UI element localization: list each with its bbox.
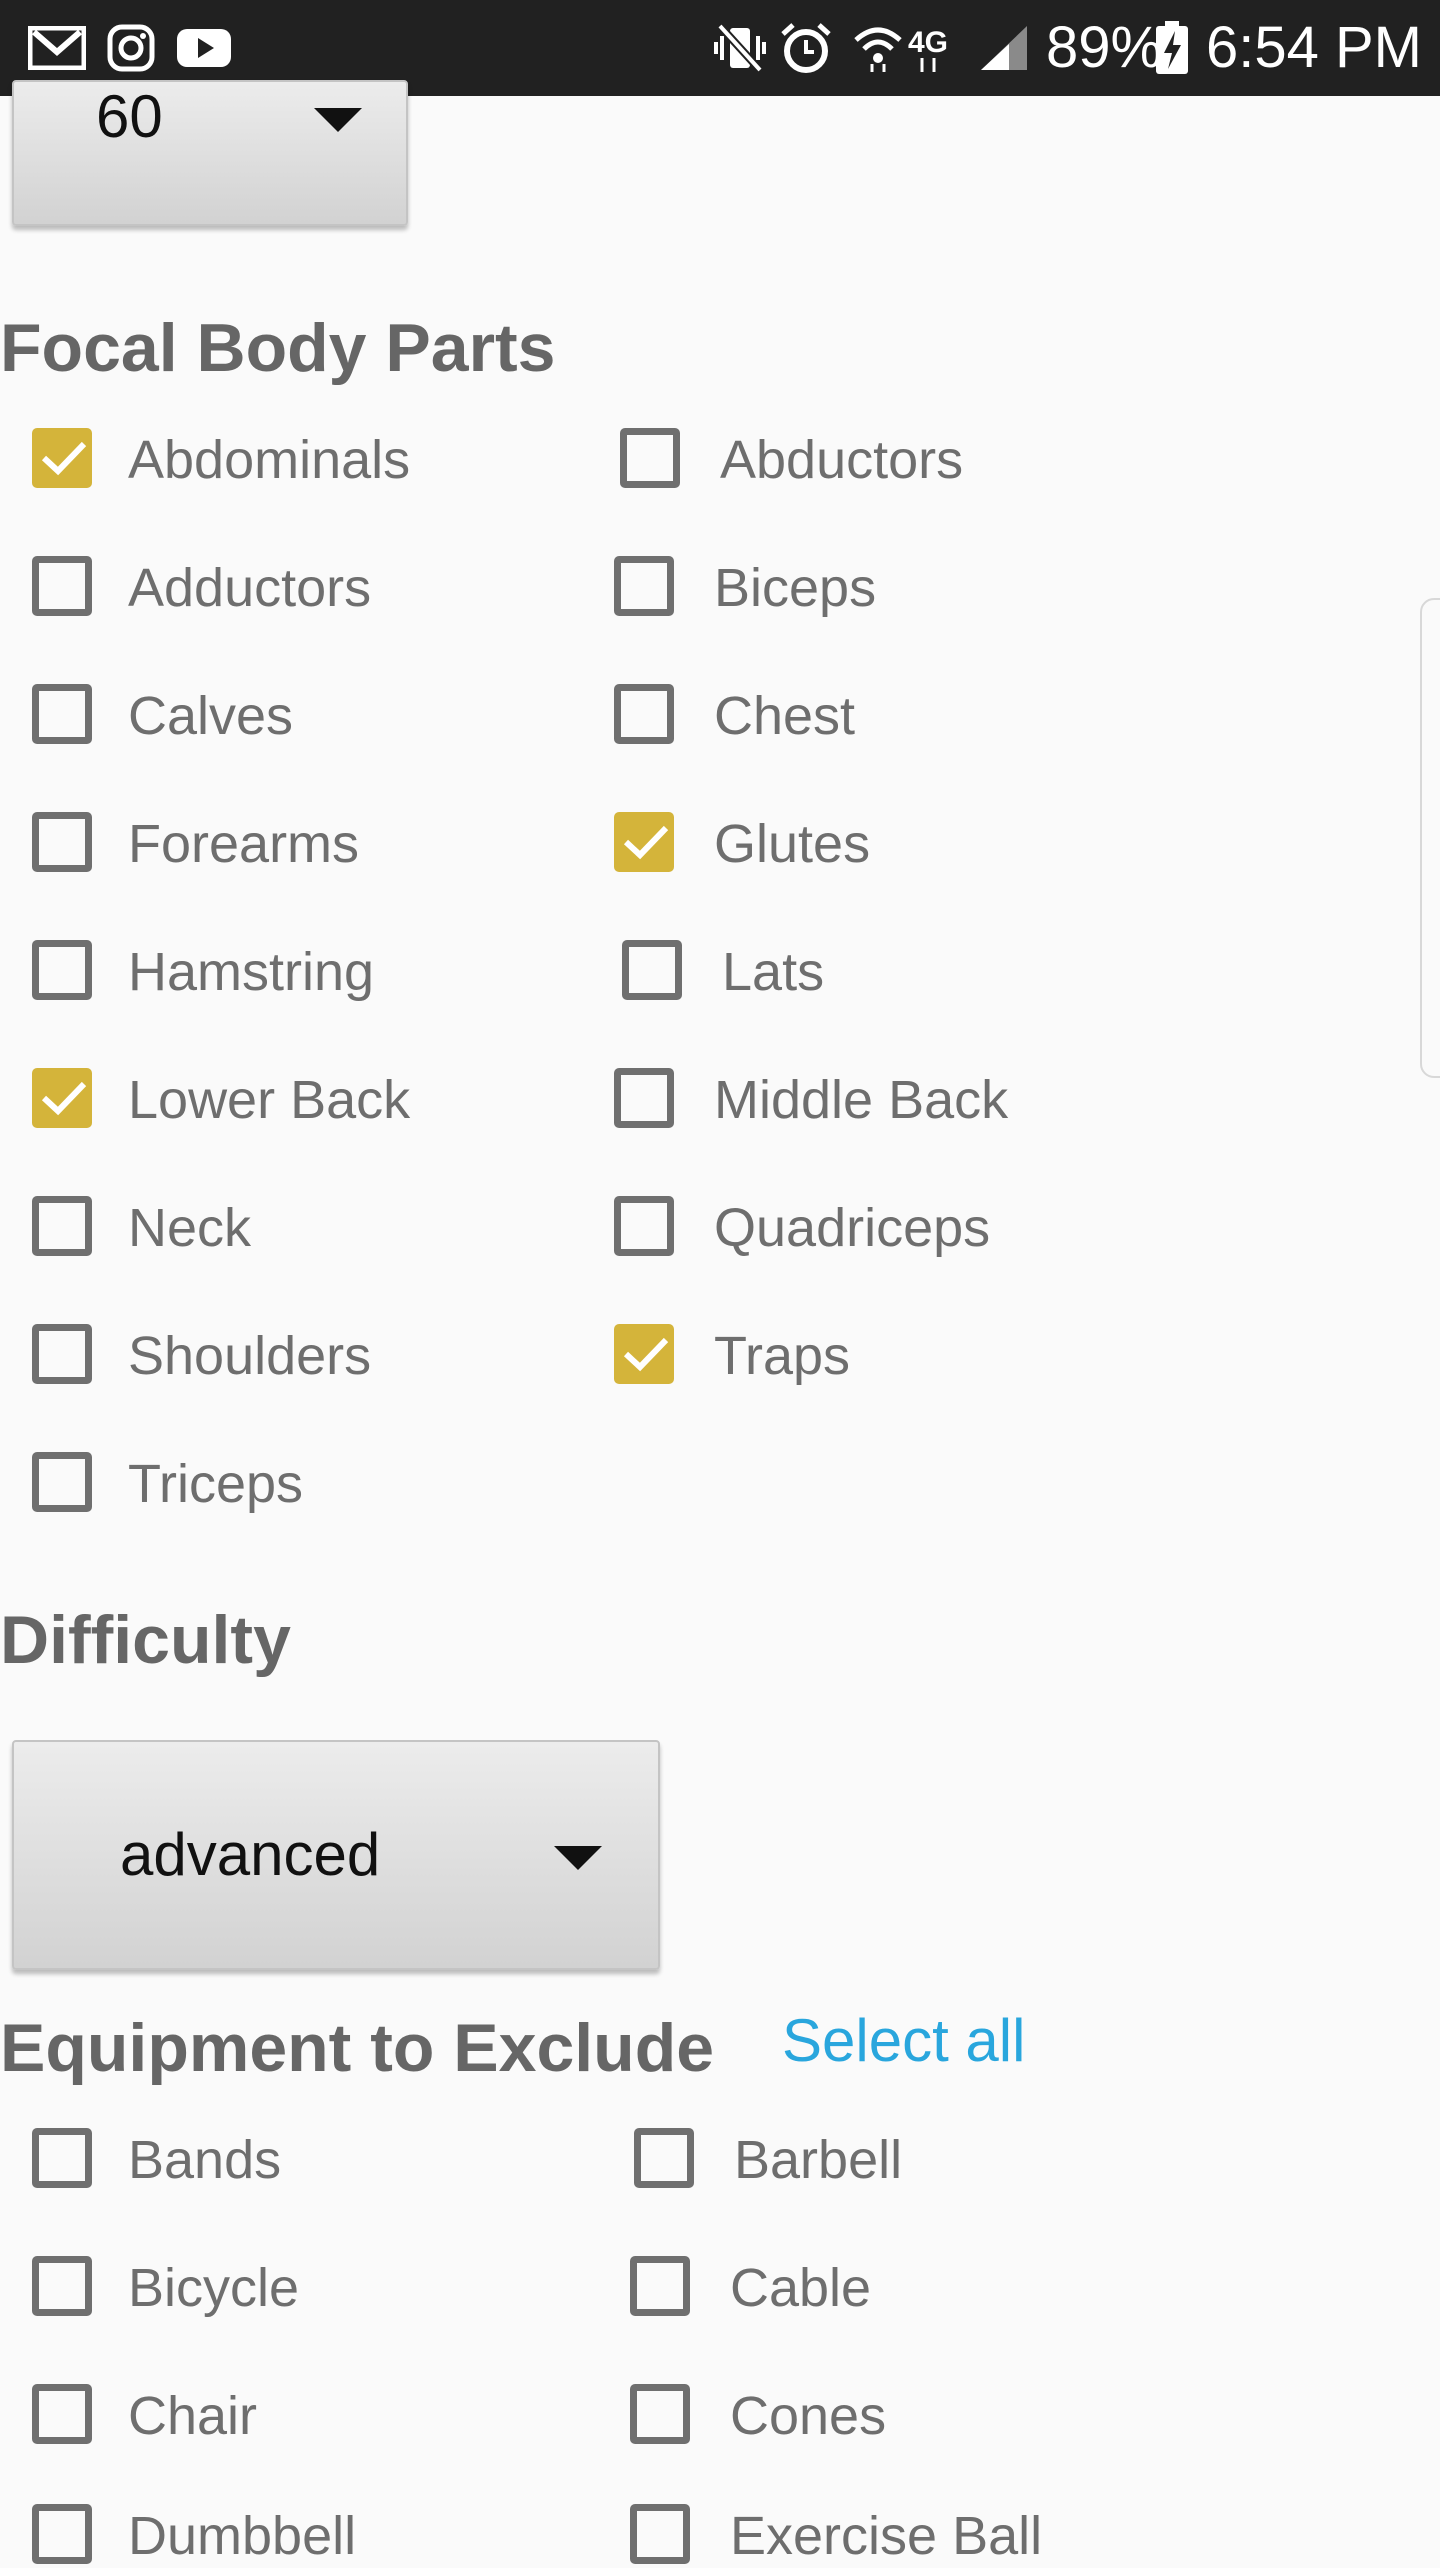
dumbbell-label: Dumbbell	[128, 2506, 357, 2566]
time-spinner-value: 60	[96, 83, 163, 150]
battery-charging-icon	[1154, 21, 1190, 74]
alarm-icon	[778, 22, 834, 74]
chair-label: Chair	[128, 2386, 258, 2446]
adductors-checkbox[interactable]	[32, 556, 92, 616]
svg-text:4G: 4G	[908, 26, 948, 59]
lats-checkbox[interactable]	[622, 940, 682, 1000]
dumbbell-checkbox[interactable]	[32, 2504, 92, 2564]
chest-label: Chest	[714, 686, 856, 746]
traps-label: Traps	[714, 1326, 851, 1386]
difficulty-spinner-value: advanced	[120, 1821, 381, 1888]
chair-checkbox[interactable]	[32, 2384, 92, 2444]
youtube-icon	[176, 22, 232, 74]
equipment-heading: Equipment to Exclude	[0, 2010, 715, 2086]
cones-checkbox[interactable]	[630, 2384, 690, 2444]
select-all-link[interactable]: Select all	[782, 2006, 1025, 2076]
quadriceps-label: Quadriceps	[714, 1198, 991, 1258]
triceps-label: Triceps	[128, 1454, 304, 1514]
forearms-checkbox[interactable]	[32, 812, 92, 872]
lower-back-label: Lower Back	[128, 1070, 411, 1130]
middle-back-checkbox[interactable]	[614, 1068, 674, 1128]
chevron-down-icon	[314, 108, 362, 132]
calves-label: Calves	[128, 686, 294, 746]
exercise-ball-label: Exercise Ball	[730, 2506, 1043, 2566]
chevron-down-icon	[554, 1846, 602, 1870]
gmail-icon	[28, 22, 86, 74]
vibrate-mute-icon	[712, 22, 768, 74]
bicycle-label: Bicycle	[128, 2258, 300, 2318]
focal-body-parts-heading: Focal Body Parts	[0, 310, 556, 386]
abductors-label: Abductors	[720, 430, 964, 490]
chest-checkbox[interactable]	[614, 684, 674, 744]
glutes-label: Glutes	[714, 814, 871, 874]
lower-back-checkbox[interactable]	[32, 1068, 92, 1128]
bands-checkbox[interactable]	[32, 2128, 92, 2188]
traps-checkbox[interactable]	[614, 1324, 674, 1384]
cable-label: Cable	[730, 2258, 872, 2318]
bands-label: Bands	[128, 2130, 282, 2190]
shoulders-label: Shoulders	[128, 1326, 372, 1386]
adductors-label: Adductors	[128, 558, 372, 618]
hamstring-label: Hamstring	[128, 942, 375, 1002]
quadriceps-checkbox[interactable]	[614, 1196, 674, 1256]
neck-label: Neck	[128, 1198, 252, 1258]
barbell-checkbox[interactable]	[634, 2128, 694, 2188]
forearms-label: Forearms	[128, 814, 360, 874]
calves-checkbox[interactable]	[32, 684, 92, 744]
time-spinner[interactable]: 60	[12, 80, 408, 226]
barbell-label: Barbell	[734, 2130, 903, 2190]
glutes-checkbox[interactable]	[614, 812, 674, 872]
abdominals-checkbox[interactable]	[32, 428, 92, 488]
edge-panel-handle[interactable]	[1420, 598, 1440, 1078]
cones-label: Cones	[730, 2386, 887, 2446]
cable-checkbox[interactable]	[630, 2256, 690, 2316]
middle-back-label: Middle Back	[714, 1070, 1009, 1130]
signal-icon	[978, 22, 1030, 74]
shoulders-checkbox[interactable]	[32, 1324, 92, 1384]
abdominals-label: Abdominals	[128, 430, 411, 490]
neck-checkbox[interactable]	[32, 1196, 92, 1256]
difficulty-spinner[interactable]: advanced	[12, 1740, 660, 1970]
abductors-checkbox[interactable]	[620, 428, 680, 488]
difficulty-heading: Difficulty	[0, 1602, 291, 1678]
triceps-checkbox[interactable]	[32, 1452, 92, 1512]
exercise-ball-checkbox[interactable]	[630, 2504, 690, 2564]
bicycle-checkbox[interactable]	[32, 2256, 92, 2316]
battery-percent: 89%	[1046, 15, 1163, 80]
lats-label: Lats	[722, 942, 825, 1002]
hamstring-checkbox[interactable]	[32, 940, 92, 1000]
lte-icon: 4G	[906, 22, 970, 74]
instagram-icon	[106, 22, 156, 74]
wifi-icon	[852, 22, 904, 74]
clock: 6:54 PM	[1206, 15, 1422, 80]
biceps-checkbox[interactable]	[614, 556, 674, 616]
biceps-label: Biceps	[714, 558, 877, 618]
